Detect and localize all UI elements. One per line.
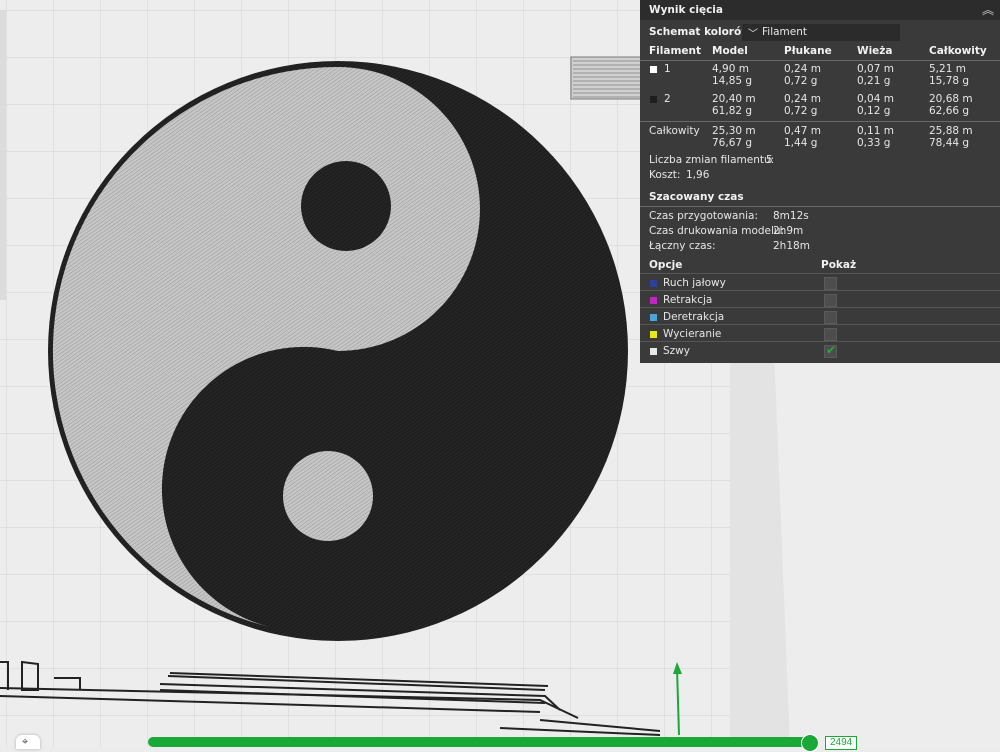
table-cell: 15,78 g [929,75,970,87]
total-row-label: Całkowity [649,125,700,137]
table-cell: 0,04 m [857,93,894,105]
table-cell: 0,33 g [857,137,891,149]
col-header-total: Całkowity [929,45,987,57]
estimated-time-header: Szacowany czas [649,191,744,203]
wipe-color-swatch [650,331,657,338]
filament-id: 1 [664,63,671,75]
table-cell: 0,12 g [857,105,891,117]
table-cell: 0,72 g [784,105,818,117]
table-cell: 0,07 m [857,63,894,75]
filament-changes-value: 5 [766,154,773,166]
option-label-retraction: Retrakcja [663,294,713,306]
option-label-wipe: Wycieranie [663,328,722,340]
table-cell: 25,88 m [929,125,973,137]
col-header-filament: Filament [649,45,702,57]
table-cell: 5,21 m [929,63,966,75]
color-scheme-label: Schemat kolorów [649,26,751,38]
filament-2-swatch [650,96,657,103]
checkmark-icon: ✔ [826,343,837,357]
table-cell: 0,47 m [784,125,821,137]
table-cell: 20,40 m [712,93,756,105]
options-header: Opcje [649,259,683,271]
show-header: Pokaż [821,259,857,271]
travel-color-swatch [650,280,657,287]
color-scheme-dropdown[interactable]: ﹀ Filament [742,24,900,41]
table-cell: 14,85 g [712,75,753,87]
option-label-travel: Ruch jałowy [663,277,726,289]
table-cell: 0,21 g [857,75,891,87]
camera-view-icon: ⌖ [22,736,29,748]
col-header-tower: Wieża [857,45,893,57]
retraction-show-checkbox[interactable] [824,294,837,307]
chevron-down-icon: ﹀ [748,29,758,40]
table-cell: 20,68 m [929,93,973,105]
panel-header: Wynik cięcia ︽ [640,0,1000,20]
table-cell: 0,72 g [784,75,818,87]
panel-title: Wynik cięcia [649,4,723,16]
layer-slider-track[interactable] [148,737,812,747]
table-cell: 0,24 m [784,63,821,75]
cost-label: Koszt: [649,169,681,181]
filament-changes-label: Liczba zmian filamentu: [649,154,775,166]
col-header-model: Model [712,45,748,57]
table-cell: 76,67 g [712,137,753,149]
total-time-label: Łączny czas: [649,240,716,252]
col-header-flush: Płukane [784,45,832,57]
filament-id: 2 [664,93,671,105]
color-scheme-value: Filament [762,26,808,38]
seams-show-checkbox[interactable]: ✔ [824,343,837,358]
model-time-value: 2h9m [773,225,804,237]
model-time-label: Czas drukowania modelu: [649,225,785,237]
retraction-color-swatch [650,297,657,304]
table-cell: 0,24 m [784,93,821,105]
deretraction-color-swatch [650,314,657,321]
table-cell: 1,44 g [784,137,818,149]
table-cell: 0,11 m [857,125,894,137]
total-time-value: 2h18m [773,240,810,252]
layer-slider-handle[interactable] [801,734,819,752]
table-cell: 25,30 m [712,125,756,137]
yin-yang-model [48,61,628,641]
layer-number-label: 2494 [825,736,858,750]
table-cell: 61,82 g [712,105,753,117]
seams-color-swatch [650,348,657,355]
slice-result-panel: Wynik cięcia ︽ Schemat kolorów ﹀ Filamen… [640,0,1000,363]
wipe-show-checkbox[interactable] [824,328,837,341]
prep-time-value: 8m12s [773,210,809,222]
table-cell: 62,66 g [929,105,970,117]
travel-show-checkbox[interactable] [824,277,837,290]
table-cell: 78,44 g [929,137,970,149]
wipe-tower [570,56,642,100]
option-label-deretraction: Deretrakcja [663,311,725,323]
double-chevron-up-icon[interactable]: ︽ [982,1,994,18]
deretraction-show-checkbox[interactable] [824,311,837,324]
filament-1-swatch [650,66,657,73]
table-cell: 4,90 m [712,63,749,75]
cost-value: 1,96 [686,169,710,181]
prep-time-label: Czas przygotowania: [649,210,758,222]
option-label-seams: Szwy [663,345,690,357]
